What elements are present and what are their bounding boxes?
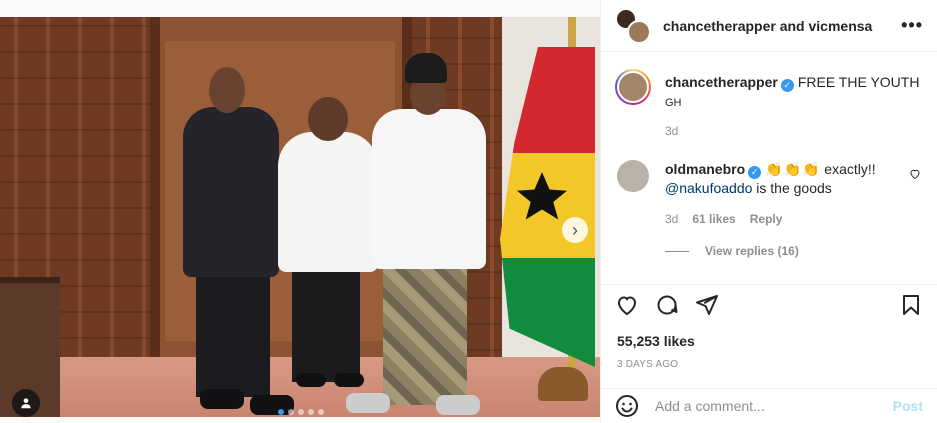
comment-time: 3d [665,212,679,226]
person-middle-shirt [278,132,378,272]
comment-input[interactable] [655,398,893,414]
share-icon[interactable] [695,293,719,317]
emoji-icon[interactable] [615,394,639,418]
carousel-dot [288,409,294,415]
person-right-cap [405,53,447,83]
person-middle-legs [292,267,360,382]
person-middle-head [308,97,348,141]
chevron-right-icon[interactable]: › [562,217,588,243]
user-tag-icon[interactable] [12,389,40,417]
author-link[interactable]: chancetherapper [663,18,776,34]
view-replies-label: View replies (16) [705,244,799,258]
caption-username[interactable]: chancetherapper [665,74,778,90]
comment-like-icon[interactable] [909,168,921,183]
caption-row: chancetherapper ✓ FREE THE YOUTH GH [615,69,923,112]
carousel-dot [318,409,324,415]
bookmark-icon[interactable] [899,293,923,317]
verified-icon: ✓ [780,79,794,92]
caption-body: FREE THE YOUTH [797,74,920,90]
comment-username[interactable]: oldmanebro [665,161,745,177]
shoe [296,373,326,387]
post-side-panel: chancetherapper and vicmensa ••• chancet… [600,0,937,423]
post-actions [601,284,937,324]
author-connector: and [779,17,805,34]
sneaker [346,393,390,413]
avatar[interactable] [615,69,651,105]
view-replies-button[interactable]: View replies (16) [665,244,923,258]
comment-text: oldmanebro ✓ 👏👏👏 exactly!! @nakufoaddo is … [665,160,923,198]
person-left-suit [183,107,279,277]
comment-body-rest: is the goods [752,180,832,196]
verified-icon: ✓ [748,166,762,179]
reply-button[interactable]: Reply [750,212,783,226]
person-left-head [209,67,245,113]
author-link[interactable]: vicmensa [809,18,873,34]
carousel-dot [298,409,304,415]
flag-stand [538,367,588,401]
clap-emoji: 👏👏👏 [765,161,821,177]
instagram-post-view: › chancetherapper and vicmensa ••• chanc… [0,0,937,423]
comment-likes[interactable]: 61 likes [692,212,735,226]
carousel-dot [308,409,314,415]
avatar [627,19,651,44]
post-photo[interactable]: › [0,17,600,417]
shoe [200,389,244,409]
carousel-dot [278,409,284,415]
carousel-dots [278,409,324,415]
collab-avatars[interactable] [615,7,651,44]
comments-section[interactable]: chancetherapper ✓ FREE THE YOUTH GH 3d old… [601,53,937,273]
divider [665,250,689,252]
person-left-legs [196,267,270,397]
avatar[interactable] [617,160,649,192]
shoe [334,373,364,387]
post-authors: chancetherapper and vicmensa [663,18,901,34]
comment-icon[interactable] [655,293,679,317]
mention-link[interactable]: @nakufoaddo [665,180,752,196]
comment-row: oldmanebro ✓ 👏👏👏 exactly!! @nakufoaddo is … [615,160,923,198]
comment-meta: 3d 61 likes Reply [665,212,923,226]
sneaker [436,395,480,415]
post-comment-button[interactable]: Post [893,398,923,414]
comment-body: exactly!! [820,161,876,177]
heart-icon[interactable] [615,293,639,317]
post-time: 3 DAYS AGO [617,359,679,370]
more-icon[interactable]: ••• [901,15,923,36]
person-right-tshirt [372,109,486,269]
post-header: chancetherapper and vicmensa ••• [601,0,937,52]
caption-text: chancetherapper ✓ FREE THE YOUTH GH [665,69,923,112]
caption-time: 3d [665,124,679,138]
like-count[interactable]: 55,253 likes [617,333,695,349]
avatar-image [617,71,649,103]
add-comment-bar: Post [601,388,937,423]
flag-star-icon [517,172,567,220]
caption-suffix: GH [665,97,682,109]
person-right-legs [383,265,467,405]
